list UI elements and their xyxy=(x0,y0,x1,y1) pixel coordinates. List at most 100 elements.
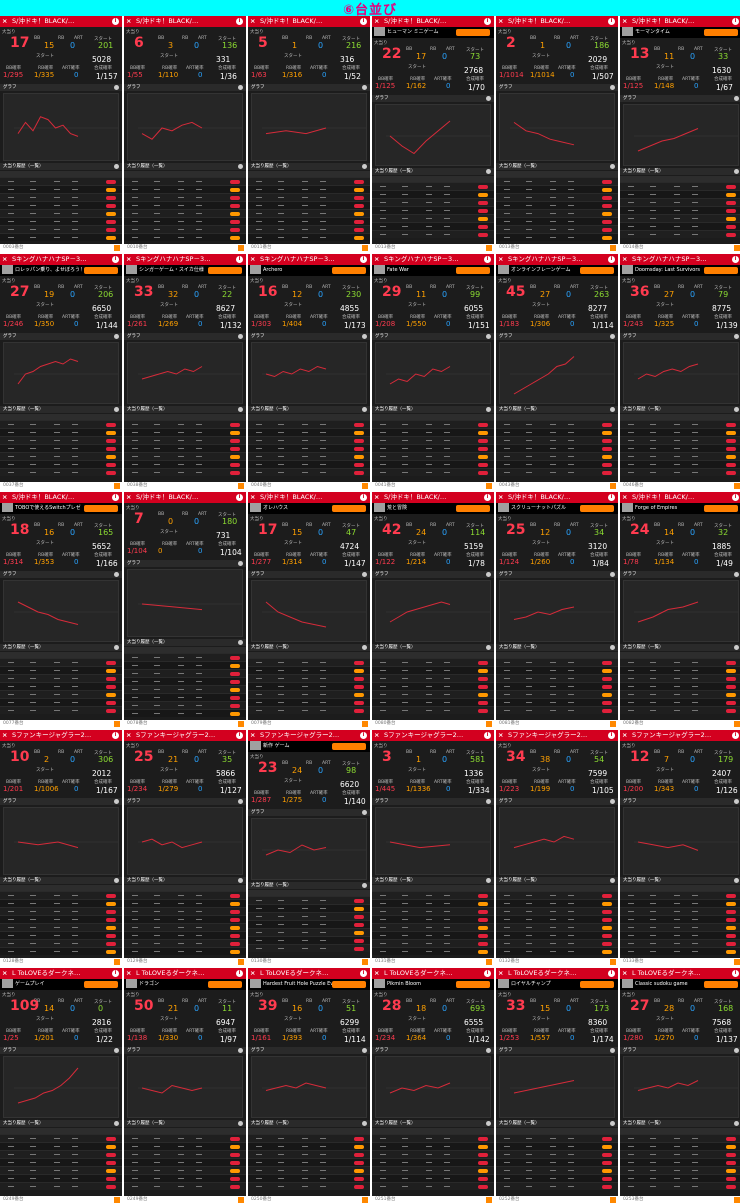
help-icon[interactable] xyxy=(238,561,243,566)
help-icon[interactable] xyxy=(362,1121,367,1126)
footer-action-button[interactable] xyxy=(486,483,492,489)
footer-action-button[interactable] xyxy=(486,1197,492,1203)
help-icon[interactable] xyxy=(238,878,243,883)
footer-action-button[interactable] xyxy=(238,959,244,965)
ad-install-button[interactable] xyxy=(456,267,490,274)
ad-install-button[interactable] xyxy=(208,981,242,988)
ad-install-button[interactable] xyxy=(704,505,738,512)
help-icon[interactable] xyxy=(486,799,491,804)
help-icon[interactable] xyxy=(238,85,243,90)
footer-action-button[interactable] xyxy=(734,1197,740,1203)
footer-action-button[interactable] xyxy=(362,483,368,489)
help-icon[interactable] xyxy=(486,1048,491,1053)
help-icon[interactable] xyxy=(486,407,491,412)
ad-install-button[interactable] xyxy=(332,267,366,274)
help-icon[interactable] xyxy=(734,334,739,339)
close-icon[interactable]: × xyxy=(374,16,379,27)
help-icon[interactable] xyxy=(610,407,615,412)
info-icon[interactable]: i xyxy=(360,970,367,977)
footer-action-button[interactable] xyxy=(610,959,616,965)
info-icon[interactable]: i xyxy=(608,18,615,25)
ad-banner[interactable]: ヒューマン ミニゲーム xyxy=(372,27,494,38)
help-icon[interactable] xyxy=(114,645,119,650)
info-icon[interactable]: i xyxy=(112,732,119,739)
footer-action-button[interactable] xyxy=(610,1197,616,1203)
footer-action-button[interactable] xyxy=(362,959,368,965)
ad-banner[interactable]: Hardest Fruit Hole Puzzle Ever! xyxy=(248,979,370,990)
close-icon[interactable]: × xyxy=(374,730,379,741)
footer-action-button[interactable] xyxy=(114,959,120,965)
help-icon[interactable] xyxy=(610,645,615,650)
ad-install-button[interactable] xyxy=(208,267,242,274)
footer-action-button[interactable] xyxy=(238,1197,244,1203)
info-icon[interactable]: i xyxy=(484,256,491,263)
ad-banner[interactable]: Archero xyxy=(248,265,370,276)
close-icon[interactable]: × xyxy=(622,730,627,741)
help-icon[interactable] xyxy=(362,810,367,815)
help-icon[interactable] xyxy=(362,645,367,650)
ad-install-button[interactable] xyxy=(456,29,490,36)
help-icon[interactable] xyxy=(114,164,119,169)
info-icon[interactable]: i xyxy=(732,18,739,25)
close-icon[interactable]: × xyxy=(250,492,255,503)
help-icon[interactable] xyxy=(238,164,243,169)
help-icon[interactable] xyxy=(610,85,615,90)
close-icon[interactable]: × xyxy=(126,16,131,27)
close-icon[interactable]: × xyxy=(498,16,503,27)
ad-banner[interactable]: ゲームプレイ xyxy=(0,979,122,990)
close-icon[interactable]: × xyxy=(622,968,627,979)
help-icon[interactable] xyxy=(114,85,119,90)
help-icon[interactable] xyxy=(362,164,367,169)
close-icon[interactable]: × xyxy=(374,254,379,265)
info-icon[interactable]: i xyxy=(360,494,367,501)
close-icon[interactable]: × xyxy=(126,492,131,503)
help-icon[interactable] xyxy=(114,878,119,883)
ad-install-button[interactable] xyxy=(84,267,118,274)
help-icon[interactable] xyxy=(486,572,491,577)
info-icon[interactable]: i xyxy=(112,494,119,501)
footer-action-button[interactable] xyxy=(610,483,616,489)
help-icon[interactable] xyxy=(114,334,119,339)
help-icon[interactable] xyxy=(486,334,491,339)
help-icon[interactable] xyxy=(486,96,491,101)
ad-banner[interactable]: Forge of Empires xyxy=(620,503,740,514)
help-icon[interactable] xyxy=(362,1048,367,1053)
help-icon[interactable] xyxy=(734,799,739,804)
ad-banner[interactable]: 新作 ゲーム xyxy=(248,741,370,752)
help-icon[interactable] xyxy=(486,645,491,650)
help-icon[interactable] xyxy=(114,799,119,804)
ad-install-button[interactable] xyxy=(84,981,118,988)
info-icon[interactable]: i xyxy=(484,18,491,25)
help-icon[interactable] xyxy=(610,1121,615,1126)
close-icon[interactable]: × xyxy=(498,968,503,979)
help-icon[interactable] xyxy=(734,407,739,412)
ad-install-button[interactable] xyxy=(704,981,738,988)
help-icon[interactable] xyxy=(610,164,615,169)
help-icon[interactable] xyxy=(486,1121,491,1126)
ad-banner[interactable]: オレハウス xyxy=(248,503,370,514)
close-icon[interactable]: × xyxy=(250,730,255,741)
info-icon[interactable]: i xyxy=(236,18,243,25)
ad-install-button[interactable] xyxy=(580,981,614,988)
help-icon[interactable] xyxy=(114,1048,119,1053)
info-icon[interactable]: i xyxy=(236,970,243,977)
close-icon[interactable]: × xyxy=(250,254,255,265)
footer-action-button[interactable] xyxy=(114,245,120,251)
help-icon[interactable] xyxy=(114,572,119,577)
help-icon[interactable] xyxy=(238,1048,243,1053)
info-icon[interactable]: i xyxy=(484,970,491,977)
info-icon[interactable]: i xyxy=(236,494,243,501)
close-icon[interactable]: × xyxy=(250,968,255,979)
footer-action-button[interactable] xyxy=(114,721,120,727)
info-icon[interactable]: i xyxy=(484,732,491,739)
help-icon[interactable] xyxy=(734,96,739,101)
info-icon[interactable]: i xyxy=(484,494,491,501)
info-icon[interactable]: i xyxy=(608,970,615,977)
footer-action-button[interactable] xyxy=(610,721,616,727)
footer-action-button[interactable] xyxy=(734,721,740,727)
info-icon[interactable]: i xyxy=(236,256,243,263)
footer-action-button[interactable] xyxy=(362,721,368,727)
help-icon[interactable] xyxy=(610,572,615,577)
info-icon[interactable]: i xyxy=(732,494,739,501)
close-icon[interactable]: × xyxy=(374,492,379,503)
